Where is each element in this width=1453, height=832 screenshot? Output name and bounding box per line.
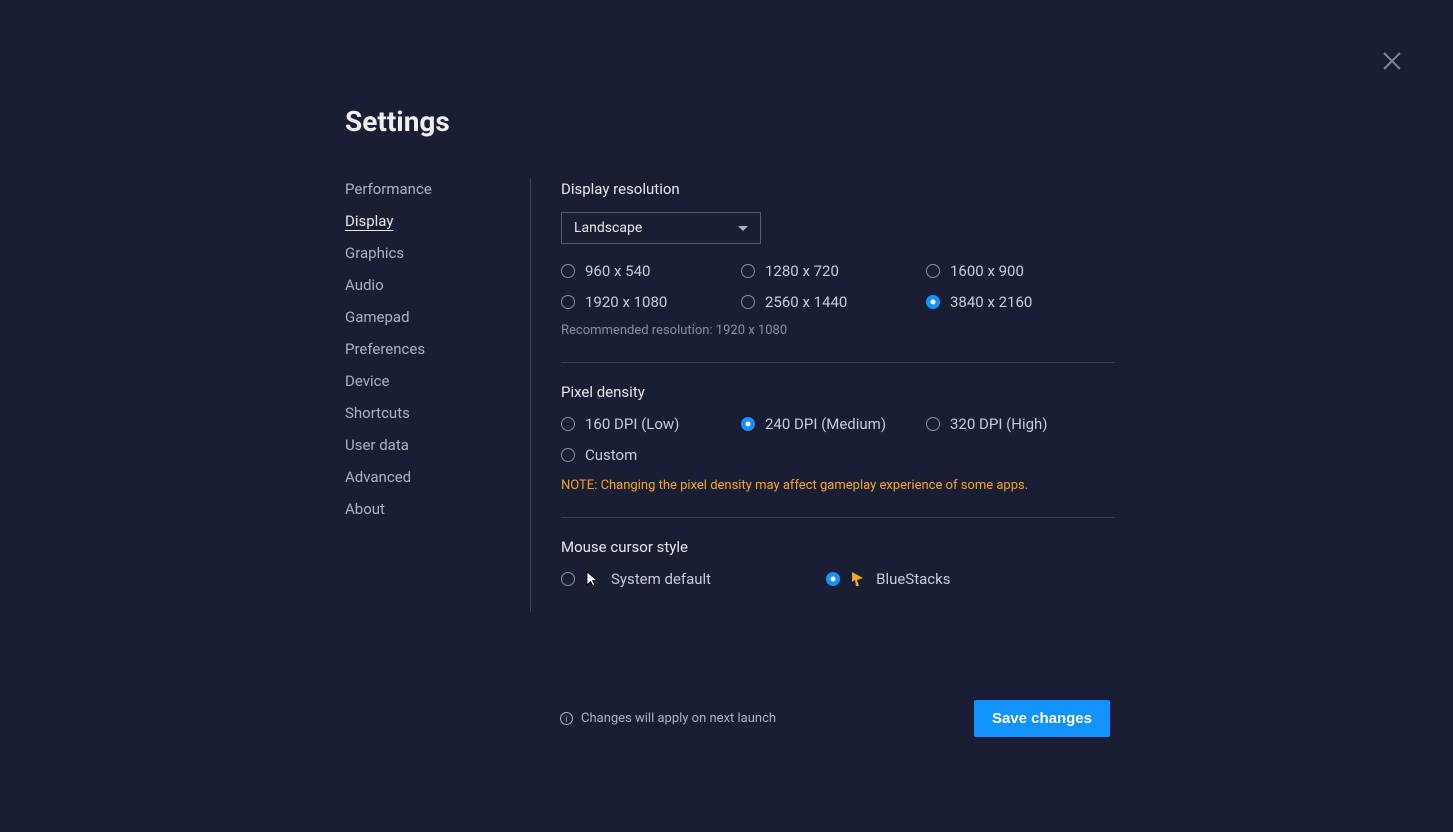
radio-label: 3840 x 2160 [950,293,1032,311]
sidebar-item-user-data[interactable]: User data [345,436,409,454]
divider [561,362,1115,363]
radio-icon [741,417,755,431]
radio-icon [741,295,755,309]
sidebar-item-graphics[interactable]: Graphics [345,244,404,262]
radio-icon [741,264,755,278]
system-cursor-icon [585,571,601,587]
orientation-dropdown[interactable]: Landscape [561,212,761,244]
pixel-density-section: Pixel density 160 DPI (Low) 240 DPI (Medi… [561,383,1115,493]
radio-icon [561,295,575,309]
radio-label: BlueStacks [876,570,950,588]
sidebar-item-device[interactable]: Device [345,372,389,390]
close-icon [1383,52,1401,70]
footer-info-text: Changes will apply on next launch [581,711,776,726]
radio-label: 160 DPI (Low) [585,415,679,433]
radio-label: 2560 x 1440 [765,293,847,311]
sidebar-item-advanced[interactable]: Advanced [345,468,411,486]
sidebar-item-performance[interactable]: Performance [345,180,432,198]
radio-label: 1920 x 1080 [585,293,667,311]
radio-label: 240 DPI (Medium) [765,415,886,433]
display-resolution-title: Display resolution [561,180,1115,198]
sidebar-item-shortcuts[interactable]: Shortcuts [345,404,410,422]
settings-content: Display resolution Landscape 960 x 540 12… [561,178,1115,612]
bluestacks-cursor-icon [850,571,866,587]
resolution-radio-960x540[interactable]: 960 x 540 [561,262,741,280]
display-resolution-section: Display resolution Landscape 960 x 540 12… [561,180,1115,338]
mouse-cursor-title: Mouse cursor style [561,538,1115,556]
caret-down-icon [738,226,748,231]
density-radio-240-dpi-medium-[interactable]: 240 DPI (Medium) [741,415,926,433]
sidebar-item-audio[interactable]: Audio [345,276,384,294]
radio-icon [561,264,575,278]
page-title: Settings [345,105,1115,138]
resolution-radio-1600x900[interactable]: 1600 x 900 [926,262,1106,280]
cursor-radio-bluestacks[interactable]: BlueStacks [826,570,950,588]
save-changes-button[interactable]: Save changes [974,700,1110,737]
sidebar-item-gamepad[interactable]: Gamepad [345,308,410,326]
pixel-density-title: Pixel density [561,383,1115,401]
radio-icon [926,264,940,278]
pixel-density-note: NOTE: Changing the pixel density may aff… [561,478,1115,493]
settings-footer: i Changes will apply on next launch Save… [560,700,1110,737]
radio-label: Custom [585,446,637,464]
resolution-radio-2560x1440[interactable]: 2560 x 1440 [741,293,926,311]
resolution-radio-3840x2160[interactable]: 3840 x 2160 [926,293,1106,311]
close-button[interactable] [1383,52,1401,70]
radio-icon [826,572,840,586]
settings-sidebar: Performance Display Graphics Audio Gamepad Pr… [345,178,530,612]
sidebar-item-preferences[interactable]: Preferences [345,340,425,358]
sidebar-item-display[interactable]: Display [345,212,393,230]
resolution-radio-1920x1080[interactable]: 1920 x 1080 [561,293,741,311]
resolution-radio-1280x720[interactable]: 1280 x 720 [741,262,926,280]
density-radio-custom[interactable]: Custom [561,446,741,464]
vertical-divider [530,178,531,612]
divider [561,517,1115,518]
radio-icon [561,572,575,586]
radio-icon [561,448,575,462]
cursor-radio-system-default[interactable]: System default [561,570,711,588]
radio-label: 1280 x 720 [765,262,839,280]
footer-info: i Changes will apply on next launch [560,711,776,726]
density-radio-320-dpi-high-[interactable]: 320 DPI (High) [926,415,1106,433]
mouse-cursor-options: System default BlueStacks [561,570,1115,588]
resolution-options: 960 x 540 1280 x 720 1600 x 900 1920 x 1080… [561,262,1115,311]
radio-icon [926,295,940,309]
radio-label: System default [611,570,711,588]
pixel-density-options: 160 DPI (Low) 240 DPI (Medium) 320 DPI (Hi… [561,415,1115,464]
radio-icon [926,417,940,431]
radio-label: 960 x 540 [585,262,650,280]
radio-label: 1600 x 900 [950,262,1024,280]
density-radio-160-dpi-low-[interactable]: 160 DPI (Low) [561,415,741,433]
sidebar-item-about[interactable]: About [345,500,385,518]
info-icon: i [560,712,573,725]
mouse-cursor-section: Mouse cursor style System default BlueSta… [561,538,1115,588]
orientation-selected-label: Landscape [574,220,642,236]
radio-label: 320 DPI (High) [950,415,1048,433]
radio-icon [561,417,575,431]
recommended-resolution-hint: Recommended resolution: 1920 x 1080 [561,323,1115,338]
